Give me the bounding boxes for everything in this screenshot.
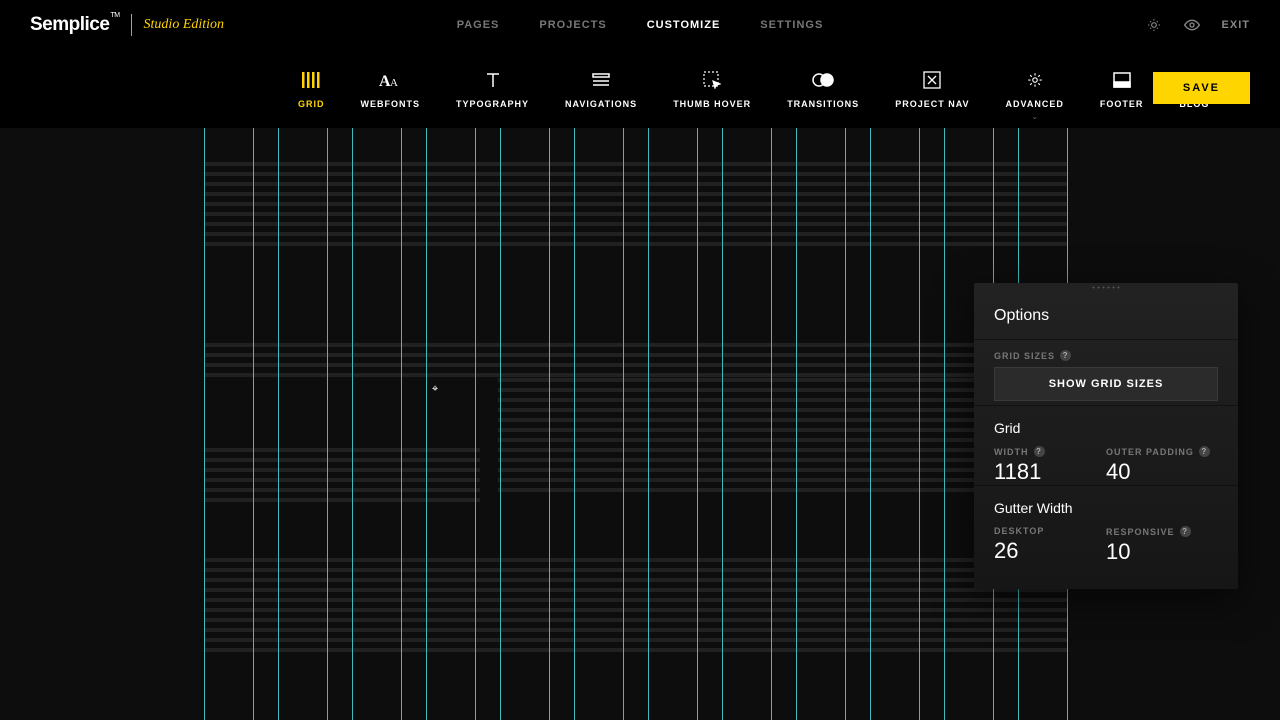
tool-advanced-label: ADVANCED [1006, 99, 1064, 109]
width-field[interactable]: WIDTH? 1181 [994, 446, 1106, 485]
advanced-icon [1026, 69, 1044, 91]
grid-column [722, 128, 772, 720]
show-grid-sizes-button[interactable]: SHOW GRID SIZES [994, 367, 1218, 401]
svg-text:A: A [390, 77, 398, 89]
grid-row: WIDTH? 1181 OUTER PADDING? 40 [974, 442, 1238, 485]
responsive-label: RESPONSIVE? [1106, 526, 1218, 537]
grid-column [500, 128, 550, 720]
preview-icon[interactable] [1184, 17, 1200, 33]
width-value[interactable]: 1181 [994, 459, 1106, 485]
grid-sizes-label: GRID SIZES? [994, 350, 1218, 361]
grid-column [278, 128, 328, 720]
grid-column [870, 128, 920, 720]
grid-column [426, 128, 476, 720]
outer-padding-label: OUTER PADDING? [1106, 446, 1218, 457]
tool-grid-label: GRID [298, 99, 325, 109]
typography-icon [485, 69, 501, 91]
tool-webfonts-label: WEBFONTS [361, 99, 421, 109]
desktop-label: DESKTOP [994, 526, 1106, 536]
grid-sizes-section: GRID SIZES? SHOW GRID SIZES [974, 339, 1238, 405]
desktop-value[interactable]: 26 [994, 538, 1106, 564]
grid-columns [204, 128, 1068, 720]
project-nav-icon [923, 69, 941, 91]
brightness-icon[interactable] [1146, 17, 1162, 33]
nav-projects[interactable]: PROJECTS [539, 19, 606, 31]
nav-customize[interactable]: CUSTOMIZE [647, 19, 721, 31]
tool-footer-label: FOOTER [1100, 99, 1144, 109]
footer-icon [1113, 69, 1131, 91]
save-button[interactable]: SAVE [1153, 72, 1250, 104]
brand-tm: TM [110, 12, 119, 19]
panel-title: Options [974, 291, 1238, 339]
logo-divider [131, 14, 132, 36]
brand-name: Semplice [30, 14, 109, 35]
tool-typography[interactable]: TYPOGRAPHY [438, 69, 547, 109]
tool-navigations-label: NAVIGATIONS [565, 99, 637, 109]
panel-drag-handle[interactable] [974, 283, 1238, 291]
gutter-subtitle: Gutter Width [974, 485, 1238, 522]
tool-thumb-hover[interactable]: THUMB HOVER [655, 69, 769, 109]
gutter-row: DESKTOP 26 RESPONSIVE? 10 [974, 522, 1238, 565]
tool-project-nav[interactable]: PROJECT NAV [877, 69, 987, 109]
responsive-field[interactable]: RESPONSIVE? 10 [1106, 526, 1218, 565]
edition-label: Studio Edition [144, 17, 225, 33]
header-right: EXIT [1146, 17, 1250, 33]
grid-column [648, 128, 698, 720]
tool-transitions[interactable]: TRANSITIONS [769, 69, 877, 109]
tool-project-nav-label: PROJECT NAV [895, 99, 969, 109]
tool-webfonts[interactable]: AA WEBFONTS [343, 69, 439, 109]
grid-column [796, 128, 846, 720]
thumb-hover-icon [703, 69, 721, 91]
help-icon[interactable]: ? [1199, 446, 1210, 457]
grid-subtitle: Grid [974, 405, 1238, 442]
brand-logo[interactable]: SempliceTM [30, 14, 119, 36]
outer-padding-value[interactable]: 40 [1106, 459, 1218, 485]
options-panel: Options GRID SIZES? SHOW GRID SIZES Grid… [974, 283, 1238, 589]
chevron-down-icon: ⌄ [1031, 112, 1038, 121]
tool-navigations[interactable]: NAVIGATIONS [547, 69, 655, 109]
toolbar-tools: GRID AA WEBFONTS TYPOGRAPHY NAVIGATIONS … [280, 69, 1227, 109]
help-icon[interactable]: ? [1180, 526, 1191, 537]
nav-settings[interactable]: SETTINGS [760, 19, 823, 31]
transitions-icon [810, 69, 836, 91]
exit-button[interactable]: EXIT [1222, 19, 1250, 31]
nav-pages[interactable]: PAGES [457, 19, 500, 31]
app-header: SempliceTM Studio Edition PAGES PROJECTS… [0, 0, 1280, 50]
help-icon[interactable]: ? [1034, 446, 1045, 457]
tool-typography-label: TYPOGRAPHY [456, 99, 529, 109]
customize-toolbar: GRID AA WEBFONTS TYPOGRAPHY NAVIGATIONS … [0, 50, 1280, 128]
tool-transitions-label: TRANSITIONS [787, 99, 859, 109]
webfonts-icon: AA [379, 69, 401, 91]
cursor-icon: ⌖ [432, 383, 438, 396]
tool-thumb-hover-label: THUMB HOVER [673, 99, 751, 109]
tool-grid[interactable]: GRID [280, 69, 343, 109]
grid-column [204, 128, 254, 720]
responsive-value[interactable]: 10 [1106, 539, 1218, 565]
grid-icon [302, 69, 320, 91]
navigations-icon [592, 69, 610, 91]
width-label: WIDTH? [994, 446, 1106, 457]
desktop-field[interactable]: DESKTOP 26 [994, 526, 1106, 565]
top-nav: PAGES PROJECTS CUSTOMIZE SETTINGS [457, 19, 824, 31]
outer-padding-field[interactable]: OUTER PADDING? 40 [1106, 446, 1218, 485]
help-icon[interactable]: ? [1060, 350, 1071, 361]
grid-column [352, 128, 402, 720]
logo-area: SempliceTM Studio Edition [30, 14, 224, 36]
tool-advanced[interactable]: ADVANCED ⌄ [988, 69, 1082, 109]
tool-footer[interactable]: FOOTER [1082, 69, 1162, 109]
grid-column [574, 128, 624, 720]
